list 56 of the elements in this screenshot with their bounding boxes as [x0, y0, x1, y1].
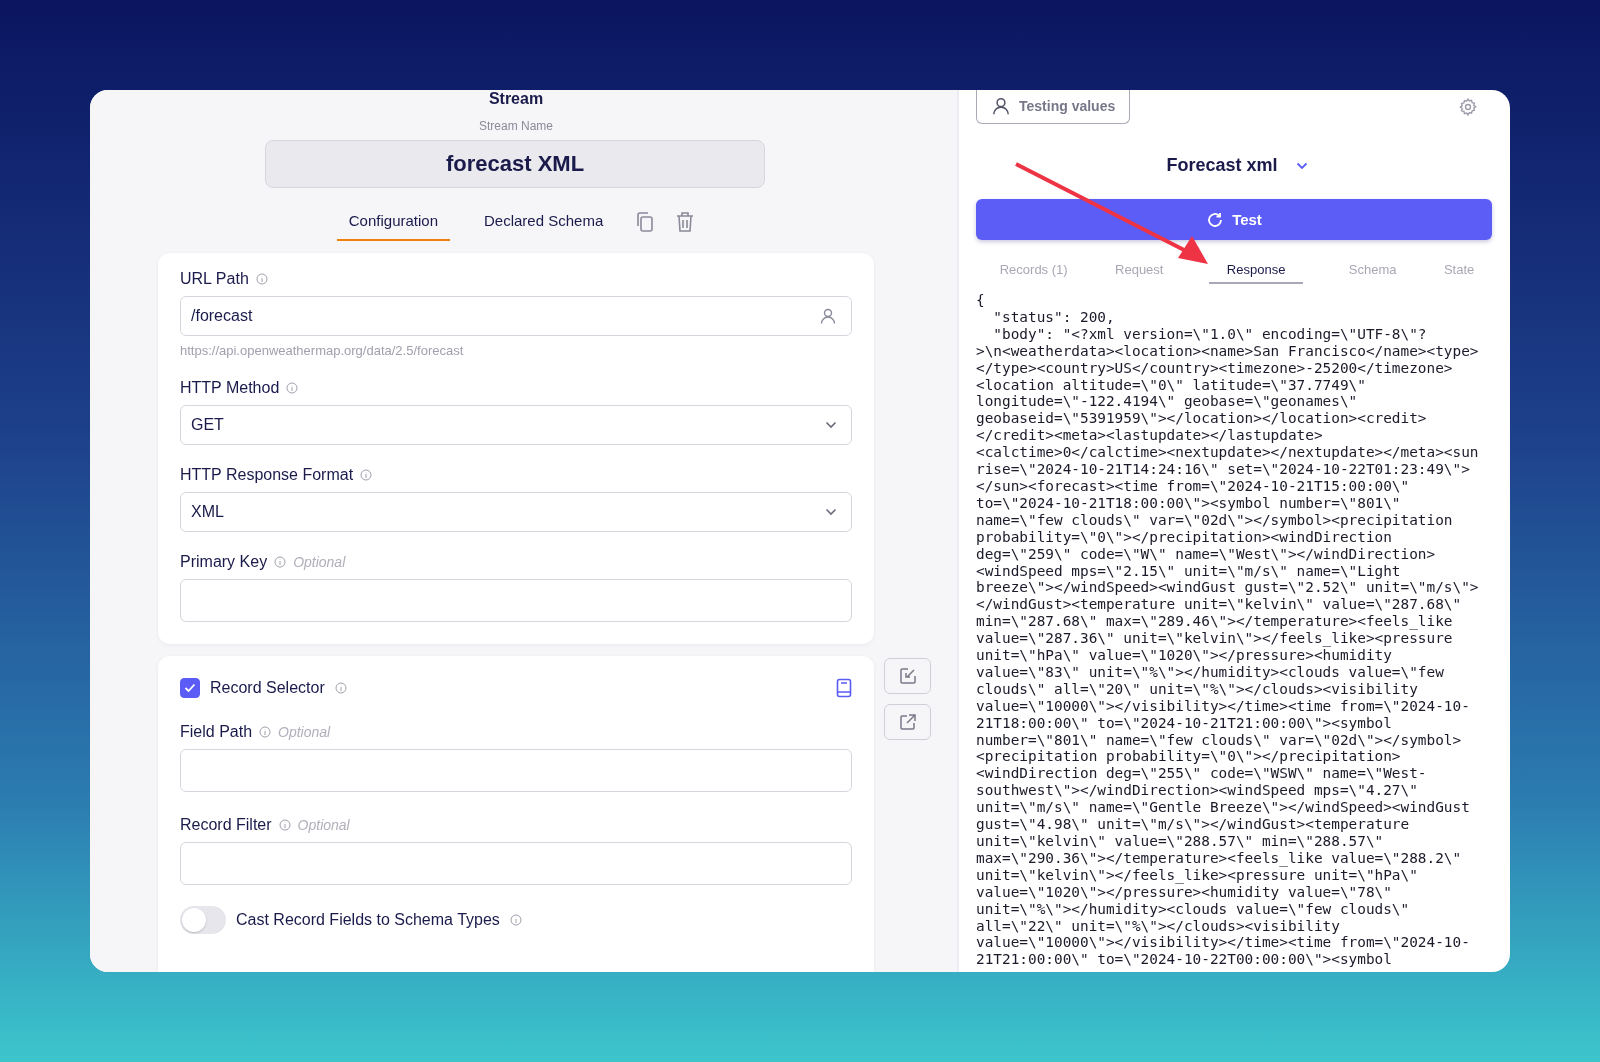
trash-icon[interactable]: [675, 210, 696, 233]
input-field[interactable]: [180, 842, 852, 885]
response-body: { "status": 200, "body": "<?xml version=\"1.0\" encoding=\"UTF-8\"? >\n<weatherdata><location><name>San Francisco</name><type> </type><country>US</country><timezone>-25200</timezone> <location altitude=\"0\" latitude=\"37.7749\" longitude=\"-122.4194\" geobase=\"geonames\" geobaseid=\"5391959\"></location></location><credit> </credit><meta><lastupdate></lastupdate> <calctime>0</calctime><nextupdate></nextupdate></meta><sun rise=\"2024-10-21T14:24:16\" set=\"2024-10-22T01:23:49\"> </sun><forecast><time from=\"2024-10-21T15:00:00\" to=\"2024-10-21T18:00:00\"><symbol number=\"801\" name=\"few clouds\" var=\"02d\"></symbol><precipitation probability=\"0\"></precipitation><windDirection deg=\"259\" code=\"W\" name=\"West\"></windDirection> <windSpeed mps=\"2.15\" unit=\"m/s\" name=\"Light breeze\"></windSpeed><windGust gust=\"2.52\" unit=\"m/s\"> </windGust><temperature unit=\"kelvin\" value=\"287.68\" min=\"287.68\" max=\"289.46\"></temperature><feels_like value=\"287.36\" unit=\"kelvin\"></feels_like><pressure unit=\"hPa\" value=\"1020\"></pressure><humidity value=\"83\" unit=\"%\"></humidity><clouds value=\"few clouds\" all=\"20\" unit=\"%\"></clouds><visibility value=\"10000\"></visibility></time><time from=\"2024-10- 21T18:00:00\" to=\"2024-10-21T21:00:00\"><symbol number=\"801\" name=\"few clouds\" var=\"02d\"></symbol> <precipitation probability=\"0\"></precipitation> <windDirection deg=\"255\" code=\"WSW\" name=\"West- southwest\"></windDirection><windSpeed mps=\"4.27\" unit=\"m/s\" name=\"Gentle Breeze\"></windSpeed><windGust gust=\"4.98\" unit=\"m/s\"></windGust><temperature unit=\"kelvin\" value=\"288.57\" min=\"288.57\" max=\"290.36\"></temperature><feels_like value=\"288.2\" unit=\"kelvin\"></feels_like><pressure unit=\"hPa\" value=\"1020\"></pressure><humidity value=\"78\" unit=\"%\"></humidity><clouds value=\"few clouds\" all=\"22\" unit=\"%\"></clouds><visibility value=\"10000\"></visibility></time><time from=\"2024-10- 21T21:00:00\" to=\"2024-10-22T00:00:00\"><symbol: [976, 292, 1480, 969]
chevron-down-icon: [1295, 161, 1308, 170]
edit-button[interactable]: [884, 658, 931, 694]
toggle-switch[interactable]: [180, 906, 226, 934]
edit-icon: [898, 667, 917, 685]
field-value: /forecast: [191, 307, 253, 325]
chevron-down-icon: [825, 421, 837, 429]
info-icon[interactable]: [255, 273, 268, 285]
user-icon[interactable]: [819, 307, 837, 325]
dropdown-value: GET: [191, 416, 224, 434]
dropdown-value: XML: [191, 503, 224, 521]
info-icon[interactable]: [286, 382, 299, 394]
field-label: HTTP Response Format: [180, 465, 354, 485]
dropdown[interactable]: GET: [180, 405, 852, 445]
info-icon[interactable]: [509, 914, 522, 926]
input-field[interactable]: [180, 749, 852, 792]
tab[interactable]: Declared Schema: [472, 202, 616, 241]
refresh-icon: [1206, 210, 1225, 229]
input-field[interactable]: [180, 579, 852, 622]
stream-selector[interactable]: Forecast xml: [1160, 154, 1314, 177]
user-icon: [991, 95, 1011, 116]
record-selector-label: Record Selector: [210, 679, 325, 697]
optional-label: Optional: [278, 723, 331, 742]
checkbox[interactable]: [180, 678, 200, 698]
open-external-button[interactable]: [884, 704, 931, 740]
testing-values-button[interactable]: Testing values: [976, 90, 1131, 124]
test-button[interactable]: Test: [976, 199, 1492, 240]
stream-name-label: Stream Name: [478, 119, 554, 133]
check-icon: [184, 683, 196, 693]
url-hint: https://api.openweathermap.org/data/2.5/forecast: [180, 343, 465, 358]
optional-label: Optional: [293, 553, 346, 572]
stream-heading: Stream: [487, 90, 545, 108]
tab[interactable]: Configuration: [336, 202, 450, 241]
field-label: Field Path: [180, 722, 253, 742]
info-icon[interactable]: [278, 819, 291, 831]
external-link-icon: [898, 713, 917, 731]
info-icon[interactable]: [334, 682, 347, 694]
settings-icon[interactable]: [1458, 97, 1478, 117]
toggle-label: Cast Record Fields to Schema Types: [236, 911, 500, 929]
field-label: Primary Key: [180, 552, 268, 572]
info-icon[interactable]: [360, 469, 373, 481]
info-icon[interactable]: [274, 556, 287, 568]
book-icon[interactable]: [836, 678, 852, 698]
copy-icon[interactable]: [635, 210, 656, 233]
dropdown[interactable]: XML: [180, 492, 852, 532]
field-label: Record Filter: [180, 815, 272, 835]
field-label: URL Path: [180, 269, 249, 289]
tab[interactable]: Response: [1208, 258, 1304, 284]
field-label: HTTP Method: [180, 378, 280, 398]
chevron-down-icon: [825, 508, 837, 516]
stream-name-field[interactable]: forecast XML: [265, 140, 765, 188]
info-icon[interactable]: [259, 726, 272, 738]
url-path-field[interactable]: /forecast: [180, 296, 852, 336]
optional-label: Optional: [297, 816, 350, 835]
